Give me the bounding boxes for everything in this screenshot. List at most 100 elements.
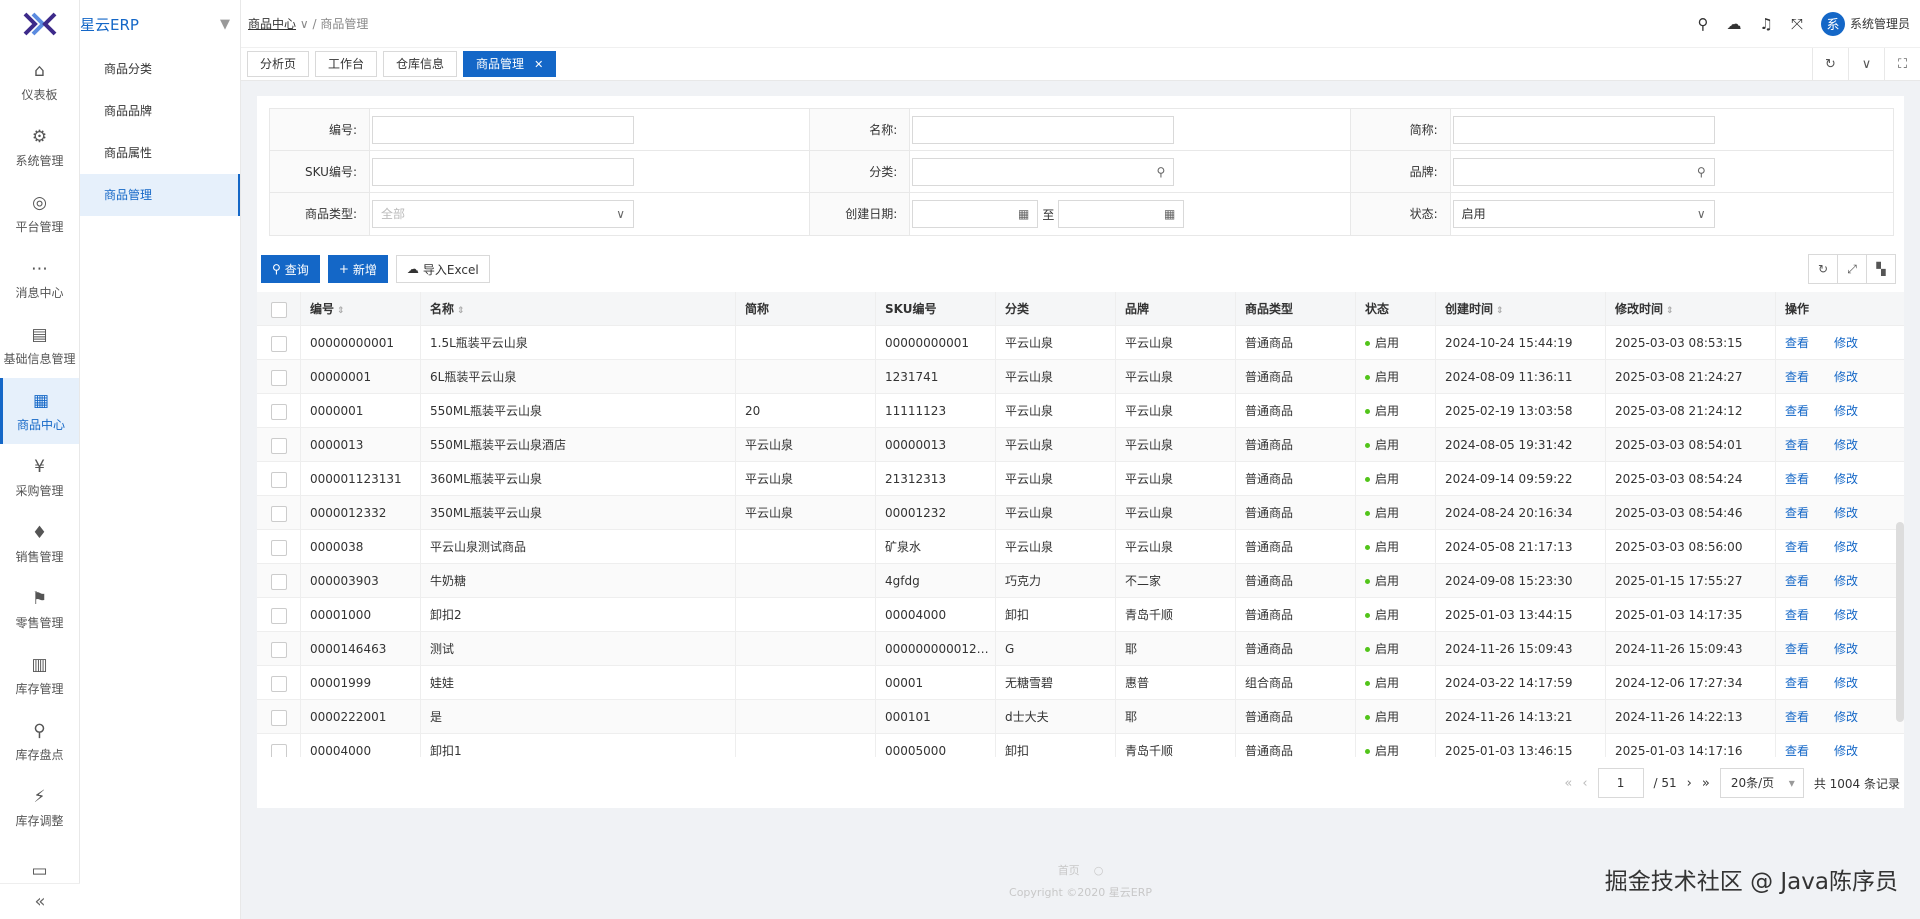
breadcrumb-parent[interactable]: 商品中心 bbox=[248, 17, 296, 31]
column-header[interactable]: 创建时间 ⇕ bbox=[1436, 292, 1606, 325]
maximize-icon[interactable]: ⛶ bbox=[1884, 47, 1920, 81]
row-checkbox[interactable] bbox=[270, 505, 287, 522]
refresh-icon[interactable]: ↻ bbox=[1812, 47, 1848, 81]
prev-page-icon[interactable]: ‹ bbox=[1582, 776, 1587, 791]
goods-type-select[interactable]: 全部 ∨ bbox=[372, 200, 634, 228]
view-link[interactable]: 查看 bbox=[1785, 676, 1809, 690]
sku-input[interactable] bbox=[372, 157, 634, 186]
name-input[interactable] bbox=[912, 115, 1175, 144]
row-checkbox[interactable] bbox=[270, 573, 287, 590]
tab-analysis[interactable]: 分析页 bbox=[247, 51, 310, 77]
user-menu[interactable]: 系 系统管理员 bbox=[1820, 11, 1910, 36]
status-select[interactable]: 启用 ∨ bbox=[1452, 200, 1715, 228]
row-checkbox[interactable] bbox=[270, 369, 287, 386]
table-scrollbar[interactable] bbox=[1896, 522, 1904, 722]
rail-item-6[interactable]: ¥ 采购管理 bbox=[0, 444, 79, 510]
sort-icon[interactable]: ⇕ bbox=[1666, 306, 1674, 316]
tab-warehouse[interactable]: 仓库信息 bbox=[383, 51, 458, 77]
github-icon[interactable]: ○ bbox=[1094, 864, 1104, 877]
first-page-icon[interactable]: « bbox=[1564, 776, 1572, 791]
tab-workbench[interactable]: 工作台 bbox=[315, 51, 378, 77]
row-checkbox[interactable] bbox=[270, 675, 287, 692]
edit-link[interactable]: 修改 bbox=[1834, 404, 1858, 418]
footer-home-link[interactable]: 首页 bbox=[1058, 864, 1080, 877]
columns-icon[interactable]: ▚ bbox=[1866, 254, 1896, 284]
import-excel-button[interactable]: ☁ 导入Excel bbox=[395, 255, 490, 283]
sort-icon[interactable]: ⇕ bbox=[337, 306, 345, 316]
view-link[interactable]: 查看 bbox=[1785, 404, 1809, 418]
edit-link[interactable]: 修改 bbox=[1834, 642, 1858, 656]
view-link[interactable]: 查看 bbox=[1785, 710, 1809, 724]
tab-goods[interactable]: 商品管理 ✕ bbox=[463, 51, 557, 77]
view-link[interactable]: 查看 bbox=[1785, 540, 1809, 554]
rail-item-3[interactable]: ⋯ 消息中心 bbox=[0, 246, 79, 312]
view-link[interactable]: 查看 bbox=[1785, 336, 1809, 350]
last-page-icon[interactable]: » bbox=[1702, 776, 1710, 791]
rail-item-2[interactable]: ◎ 平台管理 bbox=[0, 180, 79, 246]
edit-link[interactable]: 修改 bbox=[1834, 710, 1858, 724]
fullscreen-icon[interactable]: ⤧ bbox=[1791, 15, 1803, 33]
edit-link[interactable]: 修改 bbox=[1834, 370, 1858, 384]
view-link[interactable]: 查看 bbox=[1785, 370, 1809, 384]
rail-item-9[interactable]: ▥ 库存管理 bbox=[0, 642, 79, 708]
row-checkbox[interactable] bbox=[270, 437, 287, 454]
code-input[interactable] bbox=[372, 115, 634, 144]
view-link[interactable]: 查看 bbox=[1785, 506, 1809, 520]
page-size-select[interactable]: 20条/页 ▾ bbox=[1719, 768, 1804, 798]
row-checkbox[interactable] bbox=[270, 607, 287, 624]
edit-link[interactable]: 修改 bbox=[1834, 744, 1858, 757]
edit-link[interactable]: 修改 bbox=[1834, 608, 1858, 622]
search-icon[interactable]: ⚲ bbox=[1697, 159, 1706, 185]
sort-icon[interactable]: ⇕ bbox=[1496, 306, 1504, 316]
created-end-input[interactable]: ▦ bbox=[1058, 200, 1185, 228]
bell-icon[interactable]: ♫ bbox=[1760, 15, 1773, 33]
edit-link[interactable]: 修改 bbox=[1834, 676, 1858, 690]
row-checkbox[interactable] bbox=[270, 335, 287, 352]
row-checkbox[interactable] bbox=[270, 641, 287, 658]
rail-item-7[interactable]: ♦ 销售管理 bbox=[0, 510, 79, 576]
column-header[interactable]: 修改时间 ⇕ bbox=[1606, 292, 1776, 325]
column-header[interactable]: 编号 ⇕ bbox=[301, 292, 421, 325]
add-button[interactable]: + 新增 bbox=[327, 255, 388, 283]
subnav-item-category[interactable]: 商品分类 bbox=[80, 48, 240, 90]
short-input[interactable] bbox=[1452, 115, 1715, 144]
row-checkbox[interactable] bbox=[270, 539, 287, 556]
rail-item-5[interactable]: ▦ 商品中心 bbox=[0, 378, 79, 444]
rail-item-1[interactable]: ⚙ 系统管理 bbox=[0, 114, 79, 180]
pin-icon[interactable]: ▼ bbox=[220, 17, 230, 32]
row-checkbox[interactable] bbox=[270, 471, 287, 488]
edit-link[interactable]: 修改 bbox=[1834, 438, 1858, 452]
rail-item-11[interactable]: ⚡ 库存调整 bbox=[0, 774, 79, 840]
expand-icon[interactable]: ⤢ bbox=[1837, 254, 1867, 284]
view-link[interactable]: 查看 bbox=[1785, 608, 1809, 622]
collapse-icon[interactable]: « bbox=[0, 883, 80, 919]
refresh-icon[interactable]: ↻ bbox=[1808, 254, 1838, 284]
edit-link[interactable]: 修改 bbox=[1834, 472, 1858, 486]
search-icon[interactable]: ⚲ bbox=[1157, 159, 1166, 185]
cloud-icon[interactable]: ☁ bbox=[1727, 15, 1742, 33]
edit-link[interactable]: 修改 bbox=[1834, 540, 1858, 554]
edit-link[interactable]: 修改 bbox=[1834, 574, 1858, 588]
view-link[interactable]: 查看 bbox=[1785, 438, 1809, 452]
select-all-checkbox[interactable] bbox=[270, 301, 287, 318]
subnav-item-goods[interactable]: 商品管理 bbox=[80, 174, 240, 216]
close-icon[interactable]: ✕ bbox=[534, 58, 543, 71]
edit-link[interactable]: 修改 bbox=[1834, 336, 1858, 350]
view-link[interactable]: 查看 bbox=[1785, 642, 1809, 656]
brand-input[interactable]: ⚲ bbox=[1452, 157, 1715, 186]
category-input[interactable]: ⚲ bbox=[912, 157, 1175, 186]
subnav-item-brand[interactable]: 商品品牌 bbox=[80, 90, 240, 132]
rail-item-0[interactable]: ⌂ 仪表板 bbox=[0, 48, 79, 114]
query-button[interactable]: ⚲ 查询 bbox=[261, 255, 320, 283]
row-checkbox[interactable] bbox=[270, 403, 287, 420]
search-icon[interactable]: ⚲ bbox=[1698, 15, 1709, 33]
row-checkbox[interactable] bbox=[270, 743, 287, 757]
row-checkbox[interactable] bbox=[270, 709, 287, 726]
rail-item-10[interactable]: ⚲ 库存盘点 bbox=[0, 708, 79, 774]
next-page-icon[interactable]: › bbox=[1687, 776, 1692, 791]
created-start-input[interactable]: ▦ bbox=[912, 200, 1039, 228]
view-link[interactable]: 查看 bbox=[1785, 574, 1809, 588]
edit-link[interactable]: 修改 bbox=[1834, 506, 1858, 520]
rail-item-4[interactable]: ▤ 基础信息管理 bbox=[0, 312, 79, 378]
view-link[interactable]: 查看 bbox=[1785, 472, 1809, 486]
